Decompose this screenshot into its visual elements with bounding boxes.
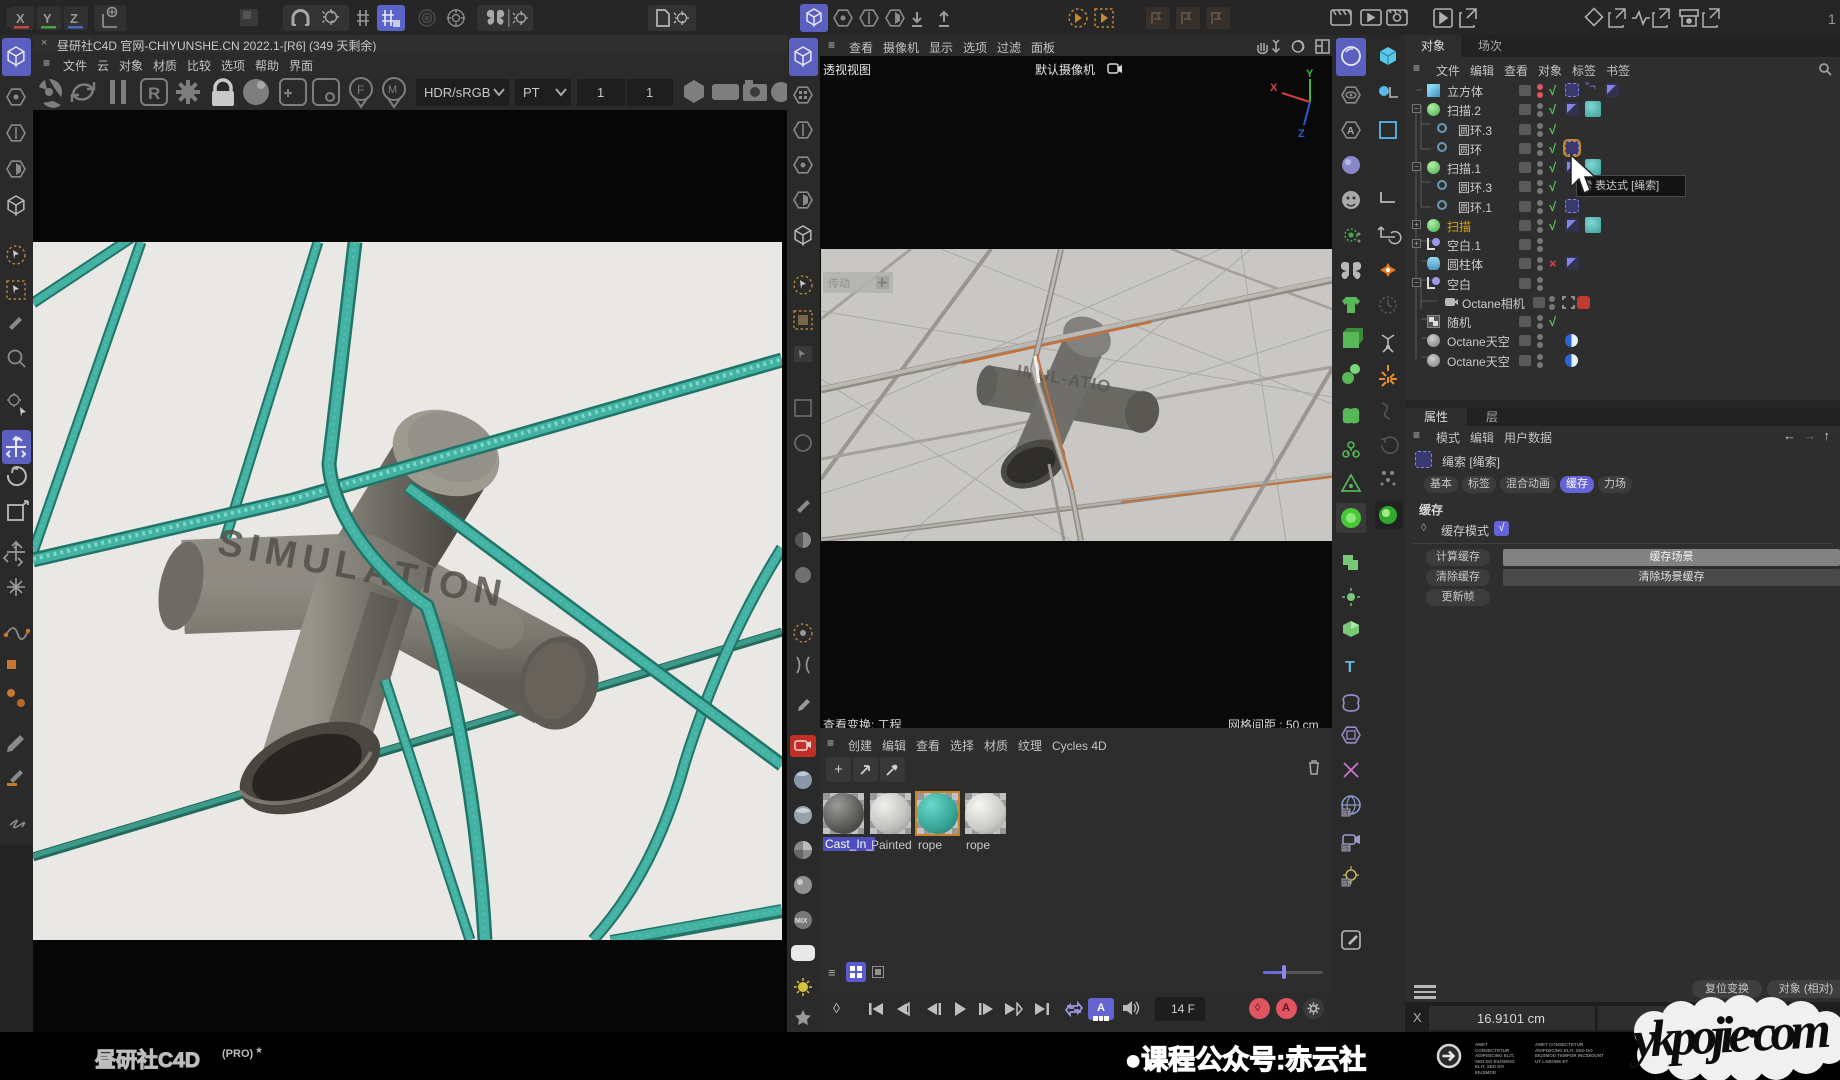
svg-text:ST: ST [1343, 846, 1351, 852]
svg-text:R: R [148, 84, 160, 103]
svg-text:PT: PT [523, 85, 540, 100]
svg-text:ykpojie·com: ykpojie·com [1626, 1002, 1832, 1070]
svg-text:Y: Y [1306, 68, 1314, 80]
svg-text:F: F [357, 83, 364, 97]
svg-text:Z: Z [70, 11, 78, 26]
svg-text:ST: ST [1343, 881, 1351, 887]
svg-text:A: A [1347, 126, 1354, 137]
svg-text:1: 1 [1828, 11, 1836, 27]
svg-text:MIX: MIX [795, 918, 808, 925]
svg-text:Y: Y [43, 11, 52, 26]
svg-text:M: M [388, 84, 397, 96]
svg-text:Z: Z [1298, 128, 1305, 137]
svg-text:HDR/sRGB: HDR/sRGB [424, 85, 490, 100]
svg-text:X: X [16, 11, 25, 26]
svg-text:ST: ST [1343, 811, 1351, 817]
svg-text:T: T [1345, 659, 1355, 676]
svg-text:X: X [1270, 82, 1278, 94]
svg-text:1: 1 [597, 85, 604, 100]
svg-text:传动: 传动 [828, 277, 850, 290]
svg-text:1: 1 [646, 85, 653, 100]
